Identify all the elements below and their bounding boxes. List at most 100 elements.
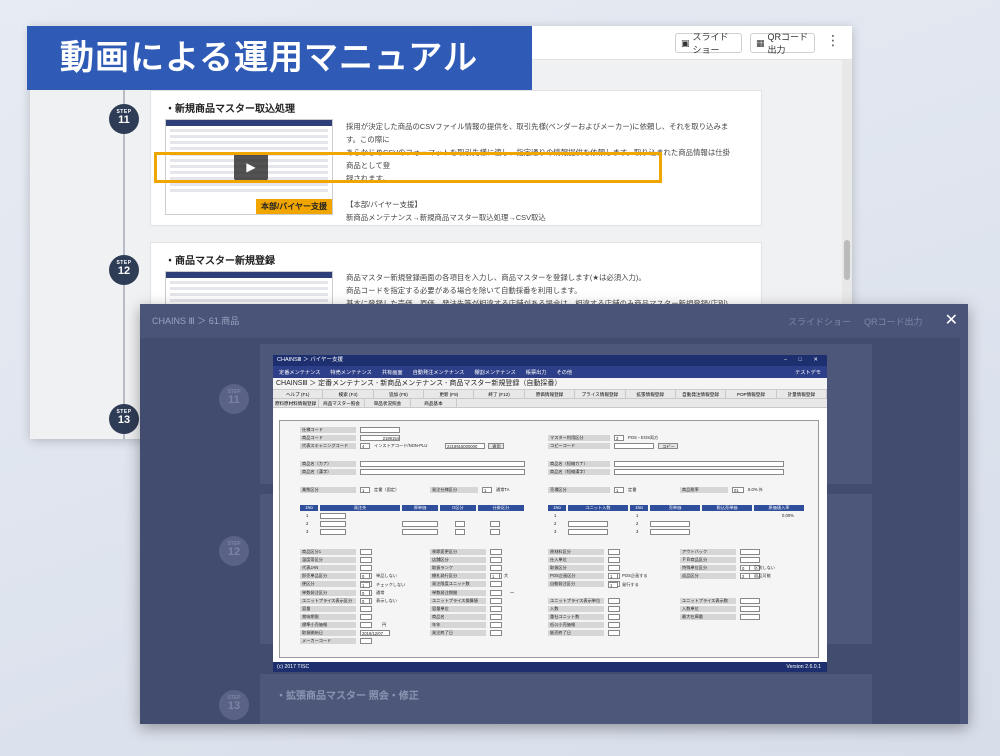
shisaku-input[interactable] [360,427,400,433]
field-input[interactable] [608,621,620,628]
field-input[interactable] [490,589,502,596]
table-cell[interactable] [490,521,500,527]
table-cell[interactable] [402,521,438,527]
field-input[interactable] [490,613,502,620]
slideshow-button[interactable]: ▣ スライドショー [675,32,742,55]
field-input[interactable] [490,581,502,588]
field-input[interactable] [740,605,760,612]
kanji-name-input[interactable] [360,469,525,475]
field-input[interactable] [490,597,502,604]
table-cell[interactable] [402,529,438,535]
master-num[interactable]: 3 [614,435,624,441]
fkey-button[interactable]: 更新 (F9) [424,390,475,398]
shohin-code-input[interactable]: 2189154 [360,435,400,441]
field-value[interactable]: 1 [608,573,618,580]
kana-name-input[interactable] [360,461,525,467]
field-value[interactable]: 0 [740,565,750,572]
menu-item[interactable]: 特売メンテナンス [330,369,371,376]
field-input[interactable] [490,630,502,636]
copy-button[interactable]: コピー [658,443,678,449]
overlay-scrollbar[interactable] [960,338,968,724]
table-cell[interactable] [320,521,346,527]
fkey-button[interactable]: 検索 (F4) [323,390,374,398]
field-label: 原材料区分 [548,549,604,555]
field-value[interactable]: 2018/12/07 [360,630,390,636]
field-input[interactable] [608,630,620,636]
menu-item[interactable]: 自動発注メンテナンス [413,369,465,376]
fkey-button[interactable]: 終了 (F12) [474,390,525,398]
field-input[interactable] [360,549,372,555]
table-cell[interactable] [568,529,608,535]
copy-code-input[interactable] [614,443,654,449]
field-label: 発注限度ユニット数 [430,581,486,588]
field-input[interactable] [490,605,502,612]
field-input[interactable] [360,613,372,620]
close-icon[interactable]: ✕ [945,310,958,330]
apply-button[interactable]: 適用 [488,443,504,449]
table-cell[interactable] [650,529,690,535]
menu-item[interactable]: 定番メンテナンス [279,369,320,376]
hanbai-num[interactable]: 1 [614,487,624,493]
field-input[interactable] [490,549,502,555]
window-controls-icon[interactable]: ‒ □ ✕ [784,355,823,366]
sub-tab[interactable]: 商品基本 [411,399,457,407]
field-input[interactable] [490,621,502,628]
table-cell[interactable] [320,529,346,535]
short-kana-input[interactable] [614,461,784,467]
field-value[interactable]: 1 [608,581,618,588]
field-value[interactable]: 0 [360,573,370,580]
field-input[interactable] [608,557,620,564]
field-input[interactable] [360,557,372,564]
fkey-button[interactable]: POP情報登録 [726,390,777,398]
field-input[interactable] [608,549,620,555]
hacchu-num[interactable]: 1 [482,487,492,493]
fkey-button[interactable]: プライス情報登録 [575,390,626,398]
scan-code-input[interactable]: 2218915000000 [445,443,485,449]
field-input[interactable] [740,613,760,620]
field-value[interactable]: 0 [360,597,370,604]
field-input[interactable] [608,613,620,620]
field-input[interactable] [740,549,760,555]
fkey-button[interactable]: 拡張情報登録 [626,390,676,398]
fkey-button[interactable]: 計量情報登録 [777,390,827,398]
table-cell[interactable] [490,529,500,535]
menu-item[interactable]: 帳票出力 [526,369,547,376]
field-value[interactable]: 0 [360,589,370,596]
sub-tab[interactable]: 商品マスター照会 [319,399,365,407]
table-cell[interactable] [320,513,346,519]
row-num: 1 [636,513,639,518]
field-input[interactable] [490,565,502,572]
field-value[interactable]: 2 [740,573,750,580]
field-input[interactable] [740,597,760,604]
field-input[interactable] [608,565,620,572]
field-input[interactable] [360,605,372,612]
field-value[interactable]: 1 [490,573,500,580]
zeiritsu-num[interactable]: 01 [732,487,744,493]
field-input[interactable] [360,565,372,572]
fkey-button[interactable]: 原価情報登録 [525,390,576,398]
sub-tab[interactable]: 単品状況照会 [365,399,411,407]
field-input[interactable] [740,557,760,564]
table-cell[interactable] [568,521,608,527]
table-cell[interactable] [455,521,465,527]
fkey-button[interactable]: 自動発注情報登録 [676,390,727,398]
kebab-icon[interactable]: ⋮ [826,32,840,49]
qr-output-button[interactable]: ▦ QRコード出力 [750,32,815,55]
fkey-button[interactable]: 追加 (F5) [374,390,425,398]
field-input[interactable] [490,557,502,564]
field-input[interactable] [360,621,372,628]
menu-item[interactable]: その他 [557,369,573,376]
table-cell[interactable] [455,529,465,535]
sub-tab[interactable]: 原料原材料情報登録 [273,399,319,407]
fkey-button[interactable]: ヘルプ (F1) [273,390,324,398]
menu-item[interactable]: 棚割メンテナンス [474,369,515,376]
ikyoku-num[interactable]: 1 [360,487,370,493]
field-value[interactable]: 1 [360,581,370,588]
menu-item[interactable]: 共有画面 [382,369,403,376]
field-input[interactable] [608,605,620,612]
field-input[interactable] [608,597,620,604]
table-cell[interactable] [650,521,690,527]
instore-num[interactable]: 4 [360,443,370,449]
short-kanji-input[interactable] [614,469,784,475]
field-input[interactable] [360,638,372,645]
